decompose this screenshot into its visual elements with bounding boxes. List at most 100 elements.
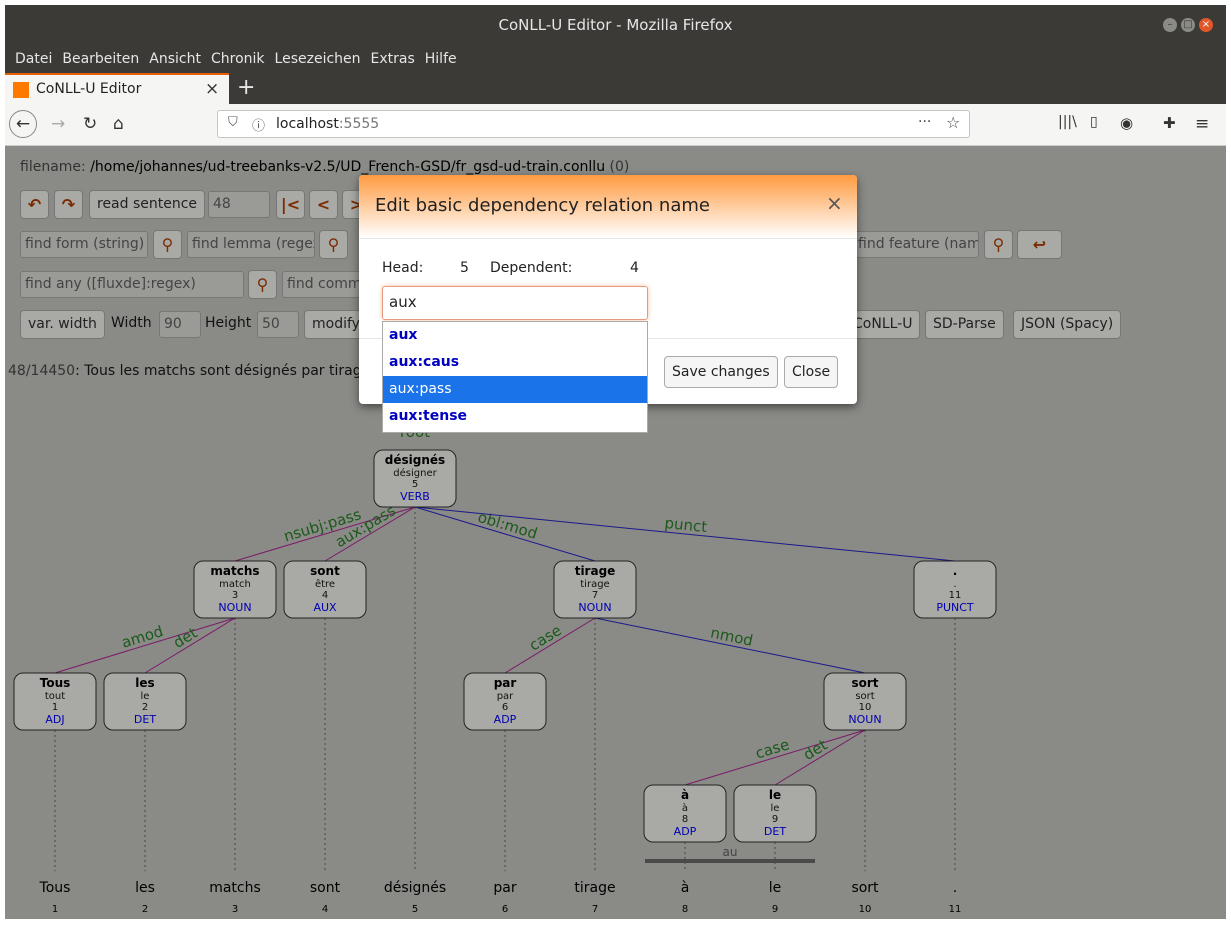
menu-datei[interactable]: Datei: [15, 45, 52, 73]
modal-title: Edit basic dependency relation name: [375, 195, 710, 216]
node-pos: ADJ: [45, 713, 64, 726]
new-tab-icon[interactable]: +: [237, 75, 255, 100]
word-id: 7: [592, 904, 598, 915]
word-form: sort: [851, 880, 879, 896]
menu-bearbeiten[interactable]: Bearbeiten: [62, 45, 139, 73]
node-id: 1: [52, 702, 58, 713]
node-pos: NOUN: [848, 713, 881, 726]
back-icon[interactable]: ←: [9, 110, 37, 138]
node-pos: NOUN: [578, 601, 611, 614]
word-form: sont: [310, 880, 341, 896]
minimize-icon[interactable]: –: [1163, 18, 1177, 32]
node-pos: AUX: [313, 601, 337, 614]
info-icon[interactable]: ⓘ: [252, 115, 265, 134]
node-form: à: [681, 788, 689, 802]
tree-node[interactable]: Toustout1ADJ: [13, 672, 97, 731]
tree-node[interactable]: àà8ADP: [643, 784, 727, 843]
autocomplete-option[interactable]: aux:tense: [383, 403, 647, 430]
node-id: 7: [592, 590, 598, 601]
node-lemma: le: [141, 691, 150, 702]
menu-ansicht[interactable]: Ansicht: [149, 45, 201, 73]
node-id: 10: [859, 702, 872, 713]
word-form: à: [681, 880, 690, 896]
word-id: 1: [52, 904, 58, 915]
autocomplete-option[interactable]: aux:pass: [383, 376, 647, 403]
modal-close-icon[interactable]: ×: [826, 191, 843, 215]
hamburger-menu-icon[interactable]: ≡: [1195, 114, 1209, 134]
sidebar-icon[interactable]: ▯: [1090, 114, 1098, 130]
node-pos: NOUN: [218, 601, 251, 614]
node-lemma: par: [497, 691, 514, 702]
close-tab-icon[interactable]: ×: [205, 79, 219, 99]
word-form: matchs: [209, 880, 261, 896]
menu-lesezeichen[interactable]: Lesezeichen: [275, 45, 361, 73]
forward-icon[interactable]: →: [51, 114, 65, 134]
tree-node[interactable]: désignésdésigner5VERB: [373, 449, 457, 508]
dependent-label: Dependent:: [490, 260, 573, 276]
node-form: le: [769, 788, 781, 802]
tree-node[interactable]: sortsort10NOUN: [823, 672, 907, 731]
node-pos: DET: [134, 713, 156, 726]
edge-label[interactable]: det: [170, 624, 201, 652]
node-lemma: le: [771, 803, 780, 814]
url-bar[interactable]: ⛉ ⓘ localhost:5555 ··· ☆: [217, 110, 970, 138]
mwt-label: au: [723, 845, 738, 859]
close-window-icon[interactable]: ×: [1199, 18, 1213, 32]
bookmark-star-icon[interactable]: ☆: [946, 113, 960, 132]
head-value: 5: [460, 260, 469, 276]
url-port: :5555: [338, 116, 380, 132]
reload-icon[interactable]: ↻: [83, 114, 97, 134]
word-id: 3: [232, 904, 238, 915]
tree-node[interactable]: lesle2DET: [103, 672, 187, 731]
menu-extras[interactable]: Extras: [371, 45, 415, 73]
edge-label[interactable]: nmod: [709, 624, 755, 650]
node-lemma: .: [953, 579, 956, 590]
tab-conllu-editor[interactable]: CoNLL-U Editor ×: [5, 73, 229, 104]
tree-node[interactable]: matchsmatch3NOUN: [193, 560, 277, 619]
tree-node[interactable]: ..11PUNCT: [913, 560, 997, 619]
word-id: 11: [949, 904, 962, 915]
node-form: désignés: [385, 453, 445, 467]
edge-label[interactable]: amod: [119, 622, 165, 652]
close-button[interactable]: Close: [784, 356, 839, 388]
autocomplete-option[interactable]: aux: [383, 322, 647, 349]
page-actions-icon[interactable]: ···: [918, 114, 931, 130]
node-lemma: être: [315, 578, 335, 590]
extensions-icon[interactable]: ✚: [1163, 114, 1176, 132]
node-form: Tous: [40, 676, 71, 690]
node-form: tirage: [575, 564, 616, 578]
menu-hilfe[interactable]: Hilfe: [425, 45, 457, 73]
edge-label[interactable]: det: [800, 736, 831, 764]
node-pos: PUNCT: [936, 601, 974, 614]
node-form: les: [135, 676, 154, 690]
deprel-input[interactable]: aux: [382, 286, 648, 320]
node-id: 2: [142, 702, 148, 713]
autocomplete-option[interactable]: aux:caus: [383, 349, 647, 376]
node-id: 9: [772, 814, 778, 825]
edge-label[interactable]: case: [526, 621, 565, 654]
edge-label[interactable]: obl:mod: [476, 508, 540, 543]
word-form: les: [135, 880, 155, 896]
library-icon[interactable]: |||\: [1058, 114, 1077, 130]
word-form: par: [493, 880, 516, 896]
word-id: 2: [142, 904, 148, 915]
menu-bar: Datei Bearbeiten Ansicht Chronik Lesezeichen…: [5, 45, 1226, 73]
autocomplete-list: aux aux:caus aux:pass aux:tense: [382, 321, 648, 433]
window-title: CoNLL-U Editor - Mozilla Firefox: [498, 16, 733, 34]
shield-icon: ⛉: [228, 115, 238, 130]
tree-node[interactable]: lele9DET: [733, 784, 817, 843]
node-lemma: sort: [855, 691, 874, 702]
node-id: 11: [949, 590, 962, 601]
save-changes-button[interactable]: Save changes: [664, 356, 778, 388]
tree-node[interactable]: tiragetirage7NOUN: [553, 560, 637, 619]
node-form: .: [953, 564, 958, 578]
home-icon[interactable]: ⌂: [113, 114, 124, 134]
window-titlebar: CoNLL-U Editor - Mozilla Firefox – □ ×: [5, 5, 1226, 45]
node-lemma: désigner: [393, 467, 437, 479]
menu-chronik[interactable]: Chronik: [211, 45, 265, 73]
tree-node[interactable]: sontêtre4AUX: [283, 560, 367, 619]
maximize-icon[interactable]: □: [1181, 18, 1195, 32]
account-icon[interactable]: ◉: [1120, 114, 1133, 132]
tree-node[interactable]: parpar6ADP: [463, 672, 547, 731]
node-lemma: match: [219, 579, 251, 590]
